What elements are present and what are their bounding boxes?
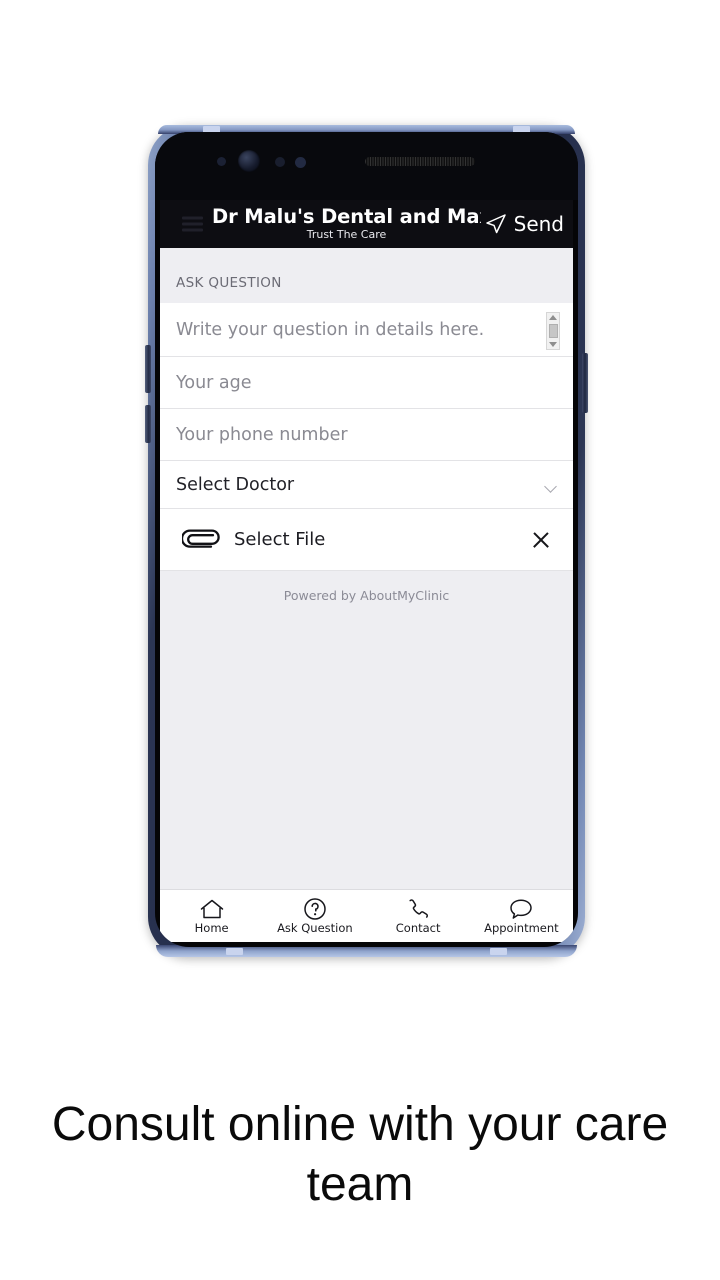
question-placeholder: Write your question in details here. [176, 319, 485, 340]
volume-up-button[interactable] [145, 345, 151, 393]
page-title: Dr Malu's Dental and Max... [212, 206, 481, 228]
nav-label-appointment: Appointment [484, 920, 559, 935]
send-button[interactable]: Send [484, 212, 564, 236]
app-bar: Dr Malu's Dental and Max... Trust The Ca… [160, 200, 573, 248]
app-title-block: Dr Malu's Dental and Max... Trust The Ca… [212, 206, 481, 242]
send-paper-plane-icon [485, 214, 506, 234]
nav-item-home[interactable]: Home [160, 890, 263, 942]
nav-label-ask-question: Ask Question [277, 920, 353, 935]
nav-item-contact[interactable]: Contact [367, 890, 470, 942]
scrollbar-thumb[interactable] [548, 324, 558, 338]
antenna-band-bottom-left [226, 948, 243, 955]
phone-glass: Dr Malu's Dental and Max... Trust The Ca… [155, 132, 578, 947]
light-sensor-icon [275, 157, 285, 167]
question-textarea[interactable]: Write your question in details here. [160, 303, 573, 357]
nav-label-home: Home [194, 920, 229, 935]
phone-top-bezel [155, 132, 578, 200]
home-icon [199, 898, 225, 920]
question-circle-icon [303, 898, 327, 920]
nav-item-appointment[interactable]: Appointment [470, 890, 573, 942]
earpiece-speaker-grille [365, 157, 475, 166]
chevron-down-icon [544, 479, 557, 493]
chat-bubble-icon [508, 898, 534, 920]
volume-down-button[interactable] [145, 405, 151, 443]
ask-question-form: Write your question in details here. You… [160, 303, 573, 571]
phone-device-mockup: Dr Malu's Dental and Max... Trust The Ca… [145, 125, 588, 957]
select-file-row[interactable]: Select File [160, 509, 573, 571]
phone-input[interactable]: Your phone number [160, 409, 573, 461]
powered-by-text: Powered by AboutMyClinic [160, 571, 573, 603]
screenshot-root: Dr Malu's Dental and Max... Trust The Ca… [0, 0, 720, 1280]
doctor-select[interactable]: Select Doctor [160, 461, 573, 509]
scrollbar-down-arrow-icon[interactable] [549, 342, 557, 347]
page-subtitle: Trust The Care [306, 228, 387, 242]
paperclip-icon [182, 528, 220, 548]
doctor-select-value: Select Doctor [176, 474, 295, 495]
textarea-scrollbar[interactable] [546, 312, 560, 350]
phone-icon [406, 898, 430, 920]
nav-item-ask-question[interactable]: Ask Question [263, 890, 366, 942]
age-input[interactable]: Your age [160, 357, 573, 409]
antenna-band-bottom-right [490, 948, 507, 955]
proximity-sensor-icon [217, 157, 226, 166]
close-x-icon[interactable] [531, 530, 551, 550]
bottom-navigation: Home Ask Question Contact Appointment [160, 889, 573, 942]
hamburger-menu-icon[interactable] [182, 216, 203, 232]
select-file-label: Select File [234, 529, 326, 550]
section-heading-band: ASK QUESTION [160, 248, 573, 303]
content-spacer [160, 603, 573, 889]
nav-label-contact: Contact [395, 920, 441, 935]
scrollbar-up-arrow-icon[interactable] [549, 315, 557, 320]
front-camera-icon [238, 150, 260, 172]
section-title: ASK QUESTION [176, 275, 282, 291]
power-button[interactable] [582, 353, 588, 413]
send-button-label: Send [513, 212, 564, 236]
ir-sensor-icon [295, 157, 306, 168]
phone-placeholder: Your phone number [176, 424, 348, 445]
age-placeholder: Your age [176, 372, 252, 393]
app-screen: Dr Malu's Dental and Max... Trust The Ca… [160, 200, 573, 942]
promo-caption: Consult online with your care team [51, 1098, 669, 1212]
